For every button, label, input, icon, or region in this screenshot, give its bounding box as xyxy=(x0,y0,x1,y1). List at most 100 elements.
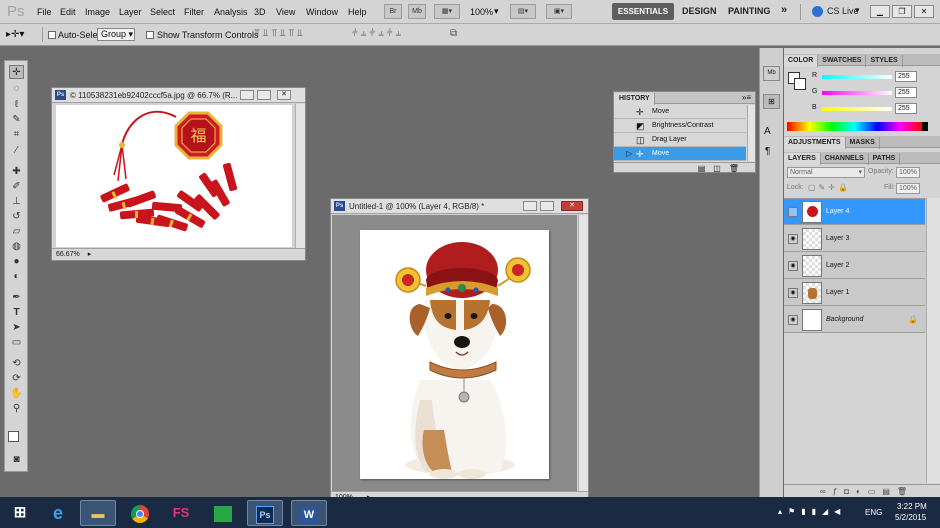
doc-minimize-button[interactable] xyxy=(523,201,537,211)
r-slider[interactable] xyxy=(822,75,892,79)
minimize-button[interactable]: ▁ xyxy=(870,5,890,18)
tab-styles[interactable]: STYLES xyxy=(866,55,903,67)
tab-swatches[interactable]: SWATCHES xyxy=(818,55,867,67)
quick-select-tool-icon[interactable]: ✎ xyxy=(9,113,24,127)
clock-date[interactable]: 5/2/2015 xyxy=(895,513,926,522)
color-spectrum-black[interactable] xyxy=(922,122,928,131)
workspace-essentials[interactable]: ESSENTIALS xyxy=(612,3,674,20)
eye-icon[interactable]: ◉ xyxy=(788,234,798,244)
tab-masks[interactable]: MASKS xyxy=(846,137,880,149)
move-tool-icon[interactable]: ✛ xyxy=(9,65,24,79)
history-item[interactable]: ◫ Drag Layer xyxy=(614,133,746,147)
document-window-untitled[interactable]: Ps Untitled-1 @ 100% (Layer 4, RGB/8) * … xyxy=(330,198,589,504)
3d-rotate-icon[interactable]: ⟲ xyxy=(9,357,24,371)
cs-live-button[interactable]: CS Live xyxy=(827,6,859,16)
path-select-icon[interactable]: ➤ xyxy=(9,321,24,335)
windows-start-icon[interactable]: ⊞ xyxy=(2,500,38,526)
brush-tool-icon[interactable]: ✐ xyxy=(9,180,24,194)
pen-tool-icon[interactable]: ✒ xyxy=(9,291,24,305)
color-background-swatch[interactable] xyxy=(794,78,806,90)
tab-color[interactable]: COLOR xyxy=(784,55,819,67)
history-item[interactable]: ◩ Brightness/Contrast xyxy=(614,119,746,133)
character-dock-icon[interactable]: A xyxy=(764,126,771,137)
menu-image[interactable]: Image xyxy=(85,7,110,17)
lock-icons[interactable]: ▢✎✛🔒 xyxy=(808,183,851,192)
layer-row[interactable]: ◉ Layer 2 xyxy=(784,253,925,279)
crop-tool-icon[interactable]: ⌗ xyxy=(9,128,24,142)
file-explorer-icon[interactable]: ▬ xyxy=(80,500,116,526)
zoom-level[interactable]: 100% xyxy=(470,7,493,17)
history-footer-icons[interactable]: ▤◫🗑 xyxy=(614,162,755,173)
workspace-painting[interactable]: PAINTING xyxy=(728,6,770,16)
doc-close-button[interactable]: ✕ xyxy=(277,90,291,100)
distribute-buttons-icon[interactable]: ⫩⫨⫩⫨⫩⫨ xyxy=(352,28,404,39)
firecracker-image[interactable]: 福 xyxy=(56,105,292,247)
auto-select-dropdown[interactable]: Group ▾ xyxy=(97,28,135,41)
document-window-firecrackers[interactable]: Ps © 110538231eb92402cccf5a.jpg @ 66.7% … xyxy=(51,87,306,261)
move-tool-preset-icon[interactable]: ▸✛▾ xyxy=(6,29,24,40)
doc1-zoom-readout[interactable]: 66.67% xyxy=(56,251,80,258)
menu-edit[interactable]: Edit xyxy=(60,7,76,17)
3d-orbit-icon[interactable]: ⟳ xyxy=(9,372,24,386)
photoshop-taskbar-icon[interactable]: Ps xyxy=(247,500,283,526)
layer-name[interactable]: Layer 4 xyxy=(826,199,849,225)
history-tab[interactable]: HISTORY xyxy=(614,93,655,105)
history-dock-icon[interactable]: ⊞ xyxy=(763,94,780,109)
more-workspaces-icon[interactable]: » xyxy=(781,4,787,16)
menu-layer[interactable]: Layer xyxy=(119,7,142,17)
layers-scrollbar[interactable] xyxy=(926,198,940,483)
workspace-design[interactable]: DESIGN xyxy=(682,6,717,16)
doc1-status-menu-icon[interactable]: ▸ xyxy=(88,251,92,258)
auto-select-checkbox[interactable] xyxy=(48,31,56,39)
fill-field[interactable]: 100% xyxy=(896,183,920,194)
lasso-tool-icon[interactable]: ℓ xyxy=(9,98,24,112)
dodge-tool-icon[interactable]: ◐ xyxy=(9,270,24,284)
restore-button[interactable]: ❐ xyxy=(892,5,912,18)
layer-name[interactable]: Layer 1 xyxy=(826,280,849,306)
layer-name[interactable]: Layer 3 xyxy=(826,226,849,252)
hand-tool-icon[interactable]: ✋ xyxy=(9,387,24,401)
type-tool-icon[interactable]: T xyxy=(9,306,24,320)
layer-name[interactable]: Layer 2 xyxy=(826,253,849,279)
eye-icon[interactable]: ◉ xyxy=(788,315,798,325)
doc2-vertical-scrollbar[interactable] xyxy=(578,215,588,491)
blend-mode-dropdown[interactable]: Normal ▾ xyxy=(787,167,865,178)
layer-row-background[interactable]: ◉ Background 🔒 xyxy=(784,307,925,333)
history-scrollbar[interactable] xyxy=(747,105,755,161)
view-extras-button[interactable]: ▦▾ xyxy=(434,4,460,19)
healing-brush-icon[interactable]: ✚ xyxy=(9,165,24,179)
eye-icon[interactable]: ◉ xyxy=(788,288,798,298)
visibility-toggle[interactable] xyxy=(788,207,798,217)
layer-row-selected[interactable]: Layer 4 xyxy=(784,199,925,225)
doc1-vertical-scrollbar[interactable] xyxy=(295,104,305,248)
mini-bridge-dock-icon[interactable]: Mb xyxy=(763,66,780,81)
eye-icon[interactable]: ◉ xyxy=(788,261,798,271)
tab-paths[interactable]: PATHS xyxy=(869,153,901,165)
close-button[interactable]: ✕ xyxy=(914,5,934,18)
r-value-field[interactable]: 255 xyxy=(895,71,917,82)
bridge-button[interactable]: Br xyxy=(384,4,402,19)
cs-live-chevron-icon[interactable]: ▾ xyxy=(855,5,860,16)
b-slider[interactable] xyxy=(822,107,892,111)
layer-row[interactable]: ◉ Layer 1 xyxy=(784,280,925,306)
eyedropper-tool-icon[interactable]: ⁄ xyxy=(9,144,24,158)
tab-adjustments[interactable]: ADJUSTMENTS xyxy=(784,137,846,149)
arrange-documents-button[interactable]: ▤▾ xyxy=(510,4,536,19)
menu-filter[interactable]: Filter xyxy=(184,7,204,17)
g-slider[interactable] xyxy=(822,91,892,95)
doc-close-button[interactable]: ✕ xyxy=(561,201,583,211)
doc-maximize-button[interactable] xyxy=(540,201,554,211)
layer-row[interactable]: ◉ Layer 3 xyxy=(784,226,925,252)
b-value-field[interactable]: 255 xyxy=(895,103,917,114)
dog-canvas[interactable] xyxy=(360,230,549,479)
internet-explorer-icon[interactable]: e xyxy=(40,500,76,526)
word-icon[interactable]: W xyxy=(291,500,327,526)
mini-bridge-button[interactable]: Mb xyxy=(408,4,426,19)
chrome-icon[interactable] xyxy=(122,500,158,526)
history-item[interactable]: ✛ Move xyxy=(614,105,746,119)
opacity-field[interactable]: 100% xyxy=(896,167,920,178)
fs-app-icon[interactable]: FS xyxy=(163,500,199,526)
tab-layers[interactable]: LAYERS xyxy=(784,153,821,165)
menu-view[interactable]: View xyxy=(276,7,295,17)
zoom-chevron-icon[interactable]: ▾ xyxy=(494,6,499,17)
